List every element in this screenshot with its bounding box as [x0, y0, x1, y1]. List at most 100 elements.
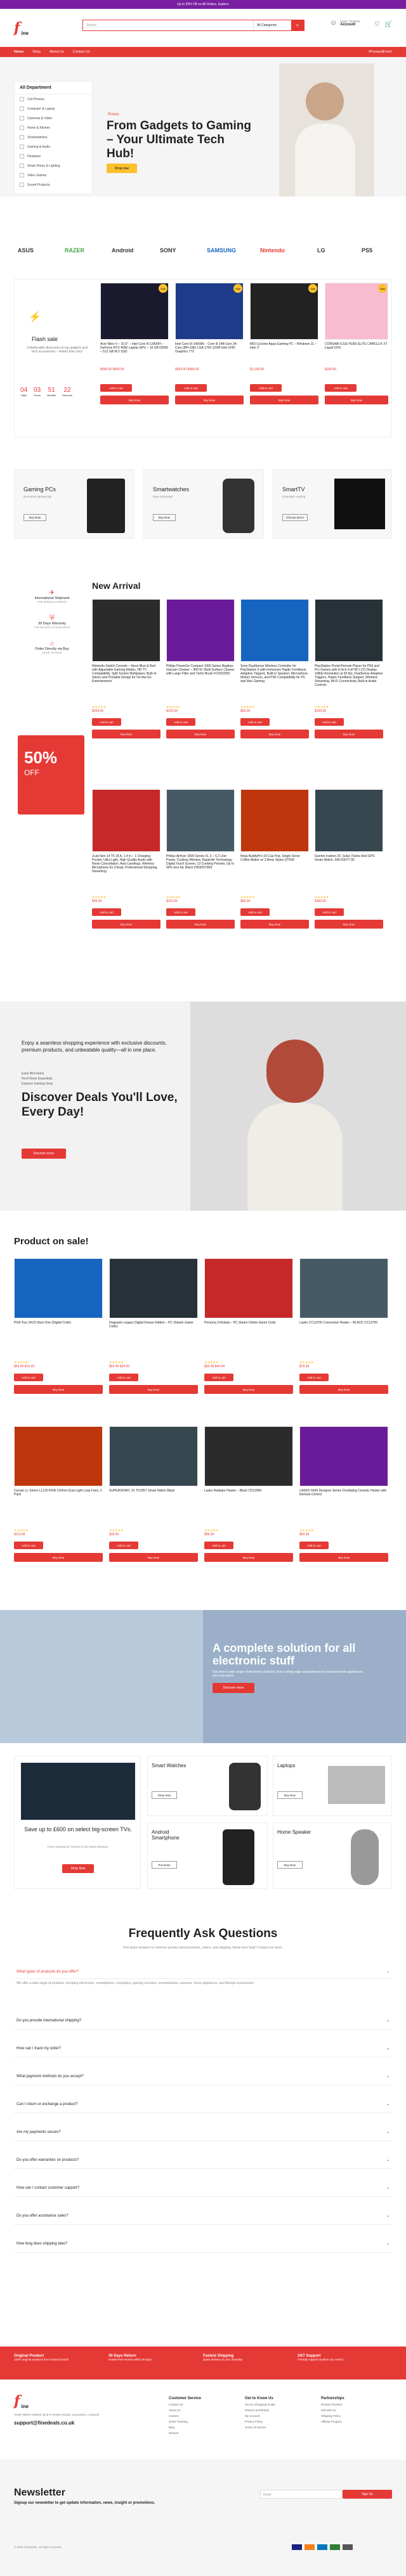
- faq-item[interactable]: Do you provide international shipping? ⌄: [14, 2012, 392, 2030]
- product-title[interactable]: LASKO 6435 Designer Series Oscillating C…: [299, 1489, 388, 1529]
- product-title[interactable]: Garmin Instinct 2X, Solar, Flame Red GPS…: [315, 854, 383, 896]
- add-to-cart-button[interactable]: Add to cart: [92, 718, 121, 726]
- mini-tile[interactable]: Laptops Buy Now: [273, 1756, 392, 1816]
- product-card[interactable]: Philips Airfryer 3000 Series XL 2 – 6.2 …: [166, 789, 235, 954]
- site-logo[interactable]: f ine: [14, 20, 29, 36]
- faq-item[interactable]: What types of products do you offer? ⌄: [14, 1965, 392, 1979]
- product-card[interactable]: Sale Intel Core i9-14900K – Core i9 14th…: [175, 283, 244, 435]
- footer-link[interactable]: Affiliate Program: [321, 2419, 344, 2425]
- category-item[interactable]: Computer & Laptop: [15, 104, 92, 113]
- product-title[interactable]: Lasko CC13700 Convection Heater – BLACK …: [299, 1321, 388, 1361]
- product-card[interactable]: PGA Tour 2K23 Xbox One (Digital Code) ★★…: [14, 1258, 103, 1417]
- add-to-cart-button[interactable]: Add to cart: [166, 718, 195, 726]
- nav-item-home[interactable]: Home: [14, 50, 23, 54]
- category-item[interactable]: Gaming & Audio: [15, 142, 92, 151]
- mini-tile-button[interactable]: Buy Now: [277, 1861, 303, 1869]
- product-card[interactable]: Sony DualSense Wireless Controller for P…: [240, 599, 309, 764]
- search-button[interactable]: ⌕: [291, 20, 304, 30]
- footer-link[interactable]: Product Reviews: [321, 2402, 344, 2407]
- product-card[interactable]: Sale Acer Nitro V – 15.6" – Intel Core i…: [100, 283, 169, 435]
- brand-logo[interactable]: Android: [112, 247, 134, 254]
- product-title[interactable]: Sony DualSense Wireless Controller for P…: [240, 664, 309, 705]
- footer-link[interactable]: Privacy Policy: [245, 2419, 275, 2425]
- brand-logo[interactable]: RAZER: [65, 247, 84, 254]
- footer-link[interactable]: About Us: [169, 2407, 201, 2413]
- footer-email[interactable]: support@finedeals.co.uk: [14, 2420, 141, 2426]
- category-item[interactable]: Smartwatches: [15, 132, 92, 142]
- buy-now-button[interactable]: Buy Now: [315, 730, 383, 738]
- product-card[interactable]: Garmin Instinct 2X, Solar, Flame Red GPS…: [315, 789, 383, 954]
- footer-link[interactable]: Order Tracking: [169, 2419, 201, 2425]
- product-card[interactable]: Ninja BuddyPro 10 Cup Pop, Single Serve …: [240, 789, 309, 954]
- search-input[interactable]: Search: [83, 20, 253, 30]
- product-card[interactable]: Lasko Radiator Heater – Black CD13950 ★★…: [204, 1426, 293, 1585]
- add-to-cart-button[interactable]: Add to cart: [315, 718, 344, 726]
- product-title[interactable]: PlayStation Portal Remote Player for PS5…: [315, 664, 383, 705]
- buy-now-button[interactable]: Buy Now: [204, 1385, 293, 1394]
- add-to-cart-button[interactable]: Add to cart: [299, 1374, 329, 1381]
- product-title[interactable]: SUPERSONIC 2X TO1957 Smart Watch Black: [109, 1489, 198, 1529]
- product-card[interactable]: Lasko CC13700 Convection Heater – BLACK …: [299, 1258, 388, 1417]
- footer-link[interactable]: Careers: [169, 2413, 201, 2419]
- newsletter-email-input[interactable]: Email: [260, 2490, 343, 2499]
- newsletter-signup-button[interactable]: Sign Up: [343, 2490, 392, 2499]
- product-card[interactable]: Sale MSI Cyclone Aqua Gaming PC – Window…: [250, 283, 318, 435]
- product-card[interactable]: Sale CORSAIR iCUE H100i ELITE CAPELLIX X…: [325, 283, 388, 435]
- product-card[interactable]: JLab Neo 14 T5 18 A, 1.4 in – 1 Charging…: [92, 789, 160, 954]
- add-to-cart-button[interactable]: Add to cart: [100, 384, 132, 392]
- buy-now-button[interactable]: Buy Now: [166, 920, 235, 929]
- add-to-cart-button[interactable]: Add to cart: [299, 1542, 329, 1549]
- buy-now-button[interactable]: Buy Now: [315, 920, 383, 929]
- nav-item-about[interactable]: About Us: [49, 50, 64, 54]
- brand-logo[interactable]: ASUS: [18, 247, 34, 254]
- search-category-select[interactable]: All Categories: [253, 20, 291, 30]
- faq-item[interactable]: Are my payments secure? ⌄: [14, 2123, 392, 2141]
- add-to-cart-button[interactable]: Add to cart: [14, 1542, 43, 1549]
- buy-now-button[interactable]: Buy Now: [14, 1553, 103, 1562]
- add-to-cart-button[interactable]: Add to cart: [325, 384, 357, 392]
- promo-tile-button[interactable]: Buy Now: [23, 514, 46, 521]
- promo-tile-button[interactable]: Buy Now: [153, 514, 176, 521]
- product-card[interactable]: LASKO 6435 Designer Series Oscillating C…: [299, 1426, 388, 1585]
- add-to-cart-button[interactable]: Add to cart: [204, 1374, 233, 1381]
- buy-now-button[interactable]: Buy Now: [100, 396, 169, 404]
- product-title[interactable]: JLab Neo 14 T5 18 A, 1.4 in – 1 Charging…: [92, 854, 160, 896]
- category-item[interactable]: Cell Phones: [15, 94, 92, 104]
- footer-link[interactable]: Returns: [169, 2430, 201, 2436]
- product-title[interactable]: Ninja BuddyPro 10 Cup Pop, Single Serve …: [240, 854, 309, 896]
- faq-item[interactable]: Do you offer warranties on products? ⌄: [14, 2151, 392, 2169]
- product-card[interactable]: Philips PowerGo Compact 1000 Series Bagl…: [166, 599, 235, 764]
- buy-now-button[interactable]: Buy Now: [92, 730, 160, 738]
- cart-icon[interactable]: 🛒: [384, 21, 392, 28]
- promo-tile-button[interactable]: Choose Items: [282, 514, 308, 521]
- footer-link[interactable]: My Account: [245, 2413, 275, 2419]
- sale-banner[interactable]: 50% OFF: [18, 735, 84, 815]
- add-to-cart-button[interactable]: Add to cart: [250, 384, 282, 392]
- product-card[interactable]: SUPERSONIC 2X TO1957 Smart Watch Black ★…: [109, 1426, 198, 1585]
- add-to-cart-button[interactable]: Add to cart: [166, 908, 195, 916]
- product-title[interactable]: Philips Airfryer 3000 Series XL 2 – 6.2 …: [166, 854, 235, 896]
- mini-tile-button[interactable]: Buy Now: [277, 1791, 303, 1799]
- electronics-discover-button[interactable]: Discover more: [213, 1683, 254, 1693]
- promo-tile[interactable]: SmartTV Cinematic viewing Choose Items: [273, 469, 392, 539]
- category-item[interactable]: Sound Products: [15, 180, 92, 190]
- category-item[interactable]: Smart Home & Lighting: [15, 161, 92, 171]
- buy-now-button[interactable]: Buy Now: [250, 396, 318, 404]
- product-title[interactable]: Persona 3 Reload – PC Steam Online Game …: [204, 1321, 293, 1361]
- category-item[interactable]: Home & Kitchen: [15, 123, 92, 132]
- product-card[interactable]: Corsair LL Series LL120 RGB 120mm Dual L…: [14, 1426, 103, 1585]
- mini-tile[interactable]: Smart Watches Shop Now: [147, 1756, 268, 1816]
- add-to-cart-button[interactable]: Add to cart: [109, 1374, 138, 1381]
- product-title[interactable]: Intel Core i9-14900K – Core i9 14th Gen …: [175, 342, 244, 368]
- product-title[interactable]: Corsair LL Series LL120 RGB 120mm Dual L…: [14, 1489, 103, 1529]
- product-title[interactable]: CORSAIR iCUE H100i ELITE CAPELLIX XT Liq…: [325, 342, 388, 368]
- add-to-cart-button[interactable]: Add to cart: [240, 718, 270, 726]
- add-to-cart-button[interactable]: Add to cart: [315, 908, 344, 916]
- promo-tile[interactable]: Smartwatches Stay connected Buy Now: [143, 469, 264, 539]
- buy-now-button[interactable]: Buy Now: [175, 396, 244, 404]
- deals-discover-button[interactable]: Discover more: [22, 1149, 66, 1159]
- buy-now-button[interactable]: Buy Now: [92, 920, 160, 929]
- add-to-cart-button[interactable]: Add to cart: [175, 384, 207, 392]
- buy-now-button[interactable]: Buy Now: [166, 730, 235, 738]
- category-item[interactable]: Headsets: [15, 151, 92, 161]
